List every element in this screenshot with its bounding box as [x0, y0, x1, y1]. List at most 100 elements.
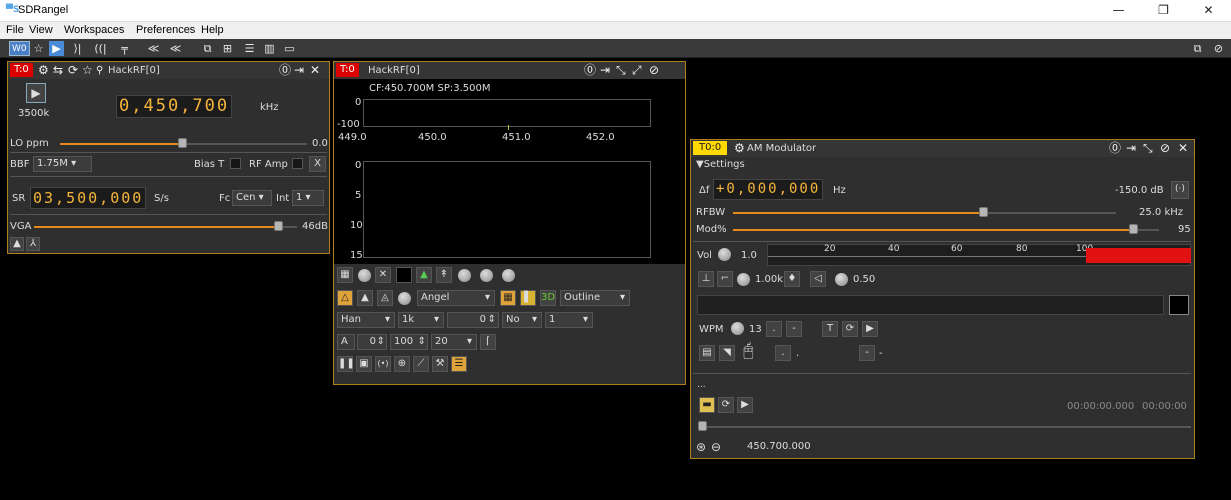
swap-icon[interactable]: ⇆	[53, 63, 63, 78]
curve-icon[interactable]: ⌈	[480, 334, 496, 350]
migrate-icon[interactable]: ⇥	[1126, 141, 1136, 156]
close-icon[interactable]: ✕	[1178, 141, 1188, 156]
grid-intensity-knob[interactable]	[358, 269, 371, 282]
menu-file[interactable]: File	[6, 24, 24, 36]
tab-icon[interactable]: ▥	[262, 41, 277, 56]
mic-icon[interactable]: ♦	[784, 271, 800, 287]
shrink-icon[interactable]: ⤡	[1143, 141, 1153, 156]
color-map-icon[interactable]: ▌	[520, 290, 536, 306]
menu-icon[interactable]: ☰	[451, 356, 467, 372]
target-icon[interactable]: ⊛	[696, 440, 706, 454]
auto-scale-button[interactable]: A	[337, 334, 355, 350]
refresh-icon[interactable]: ⊖	[711, 440, 721, 454]
start-stop-button[interactable]: ▶	[26, 83, 46, 103]
palette-knob[interactable]	[398, 292, 411, 305]
sample-rate-display[interactable]: 03,500,000	[30, 187, 147, 209]
window-icon[interactable]: ▭	[282, 41, 297, 56]
fc-select[interactable]: Cen ▾	[232, 190, 272, 206]
3d-icon[interactable]: ◬	[377, 290, 393, 306]
waterfall-icon[interactable]: ▲	[357, 290, 373, 306]
channel-add-icon[interactable]: ⅄	[26, 237, 40, 251]
tone-icon[interactable]: ⊥	[698, 271, 714, 287]
histogram-icon[interactable]: ▲	[416, 267, 432, 283]
reload-icon[interactable]: ⟳	[68, 63, 78, 78]
settings-icon[interactable]: ⚒	[432, 356, 448, 372]
star-icon[interactable]: ☆	[31, 41, 46, 56]
spectrum-display[interactable]: CF:450.700M SP:3.500M 0 -100 449.0 450.0…	[334, 79, 685, 264]
max-hold-icon[interactable]: ↟	[436, 267, 452, 283]
fft-size-select[interactable]: 1k ▾	[398, 312, 444, 328]
rf-amp-checkbox[interactable]	[292, 158, 303, 169]
decay-knob[interactable]	[458, 269, 471, 282]
feature-icon[interactable]: ≪	[146, 41, 161, 56]
keyboard-icon[interactable]: ▤	[699, 345, 715, 361]
maximize-icon[interactable]: ⤢	[632, 63, 642, 78]
spectrum-on-icon[interactable]: △	[337, 290, 353, 306]
detach-icon[interactable]: ⧉	[1190, 41, 1205, 56]
dash-key-button[interactable]: -	[859, 345, 875, 361]
spectrum-toggle-icon[interactable]: ▲	[10, 237, 24, 251]
morse-icon[interactable]: ⌐	[717, 271, 733, 287]
center-frequency-display[interactable]: 0,450,700	[116, 95, 233, 118]
avg-n-select[interactable]: 1 ▾	[545, 312, 593, 328]
wpm-knob[interactable]	[731, 322, 744, 335]
averaging-select[interactable]: No ▾	[502, 312, 542, 328]
file-play-icon[interactable]: ▶	[737, 397, 753, 413]
overlap-spinbox[interactable]: 0 ⇕	[447, 312, 499, 328]
broadcast-icon[interactable]: (·)	[1171, 181, 1189, 199]
loop-icon[interactable]: ⟳	[842, 321, 858, 337]
close-icon[interactable]: ✕	[310, 63, 320, 78]
tone-freq-knob[interactable]	[737, 273, 750, 286]
pause-icon[interactable]: ❚❚	[337, 356, 355, 372]
range-select[interactable]: 20 ▾	[431, 334, 477, 350]
grid-icon[interactable]: ▦	[337, 267, 353, 283]
shrink-icon[interactable]: ⤡	[616, 63, 626, 78]
cascade-icon[interactable]: ⧉	[200, 41, 215, 56]
settings-expander[interactable]: ▼Settings	[696, 159, 745, 170]
gear-icon[interactable]: ⚙	[734, 141, 745, 156]
mimo-device-icon[interactable]: ╤	[117, 41, 132, 56]
rx-device-icon[interactable]: ⟩|	[70, 41, 85, 56]
feature-settings-icon[interactable]: ≪	[168, 41, 183, 56]
3d-map-icon[interactable]: 3D	[540, 290, 556, 306]
tile-icon[interactable]: ⊞	[220, 41, 235, 56]
migrate-icon[interactable]: ⇥	[600, 63, 610, 78]
decay-divisor-knob[interactable]	[480, 269, 493, 282]
menu-workspaces[interactable]: Workspaces	[64, 24, 124, 36]
help-icon[interactable]: ⓪	[584, 63, 596, 78]
clear-icon[interactable]: ✕	[375, 267, 391, 283]
measure-icon[interactable]: ⟋	[413, 356, 429, 372]
lo-ppm-slider[interactable]	[178, 138, 187, 148]
menu-view[interactable]: View	[29, 24, 53, 36]
stroke-knob[interactable]	[502, 269, 515, 282]
gain-knob[interactable]	[835, 273, 848, 286]
open-file-icon[interactable]: ▬	[699, 397, 715, 413]
migrate-icon[interactable]: ⇥	[294, 63, 304, 78]
palette-select[interactable]: Angel ▾	[417, 290, 495, 306]
x-button[interactable]: X	[309, 156, 326, 172]
text-button[interactable]: T	[822, 321, 838, 337]
offset-frequency-display[interactable]: +0,000,000	[713, 179, 824, 200]
menu-help[interactable]: Help	[201, 24, 224, 36]
speaker-icon[interactable]: ◁	[810, 271, 826, 287]
mouse-icon[interactable]: 🖰	[743, 340, 754, 361]
a-spinbox[interactable]: 0 ⇕	[357, 334, 387, 350]
star-icon[interactable]: ☆	[82, 63, 93, 78]
maximize-button[interactable]: ❐	[1141, 0, 1186, 22]
bias-t-checkbox[interactable]	[230, 158, 241, 169]
morse-text-input[interactable]	[697, 295, 1164, 315]
save-icon[interactable]: ▣	[356, 356, 372, 372]
workspace-button[interactable]: W0	[9, 41, 30, 56]
minimize-button[interactable]: —	[1096, 0, 1141, 22]
bbf-select[interactable]: 1.75M ▾	[33, 156, 92, 172]
rfbw-slider[interactable]	[979, 207, 988, 217]
menu-preferences[interactable]: Preferences	[136, 24, 195, 36]
close-button[interactable]: ✕	[1186, 0, 1231, 22]
color-button[interactable]	[1169, 295, 1189, 315]
key-icon[interactable]: ◥	[719, 345, 735, 361]
mod-slider[interactable]	[1129, 224, 1138, 234]
dash-button[interactable]: -	[786, 321, 802, 337]
volume-knob[interactable]	[718, 248, 731, 261]
hide-icon[interactable]: ⊘	[1211, 41, 1226, 56]
gear-icon[interactable]: ⚙	[38, 63, 49, 78]
